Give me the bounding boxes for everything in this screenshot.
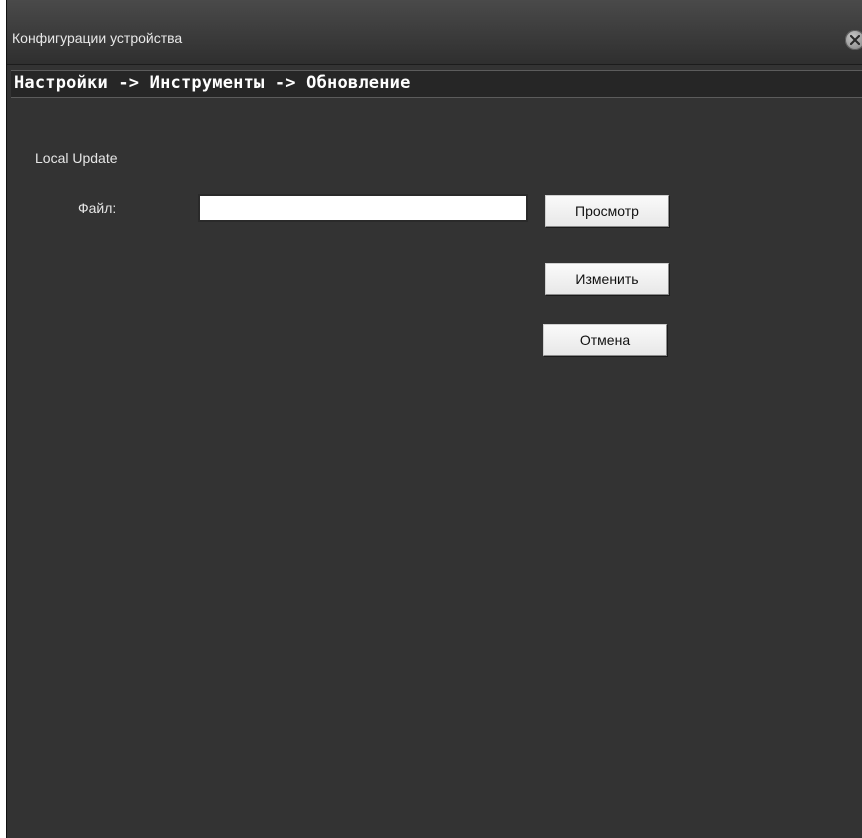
file-path-input[interactable] [198, 194, 528, 222]
apply-button[interactable]: Изменить [545, 263, 669, 295]
cancel-button[interactable]: Отмена [543, 324, 667, 356]
breadcrumb: Настройки -> Инструменты -> Обновление [11, 70, 862, 98]
browse-button[interactable]: Просмотр [545, 195, 669, 227]
config-window: Конфигурации устройства Настройки -> Инс… [6, 0, 862, 838]
section-title: Local Update [35, 150, 118, 166]
update-panel: Local Update Файл: Просмотр Изменить Отм… [11, 98, 862, 838]
close-icon [850, 35, 860, 45]
window-titlebar: Конфигурации устройства [7, 0, 862, 65]
close-button[interactable] [845, 30, 862, 50]
breadcrumb-path: Настройки -> Инструменты -> Обновление [14, 73, 411, 93]
window-title: Конфигурации устройства [12, 30, 183, 46]
file-label: Файл: [78, 200, 117, 216]
